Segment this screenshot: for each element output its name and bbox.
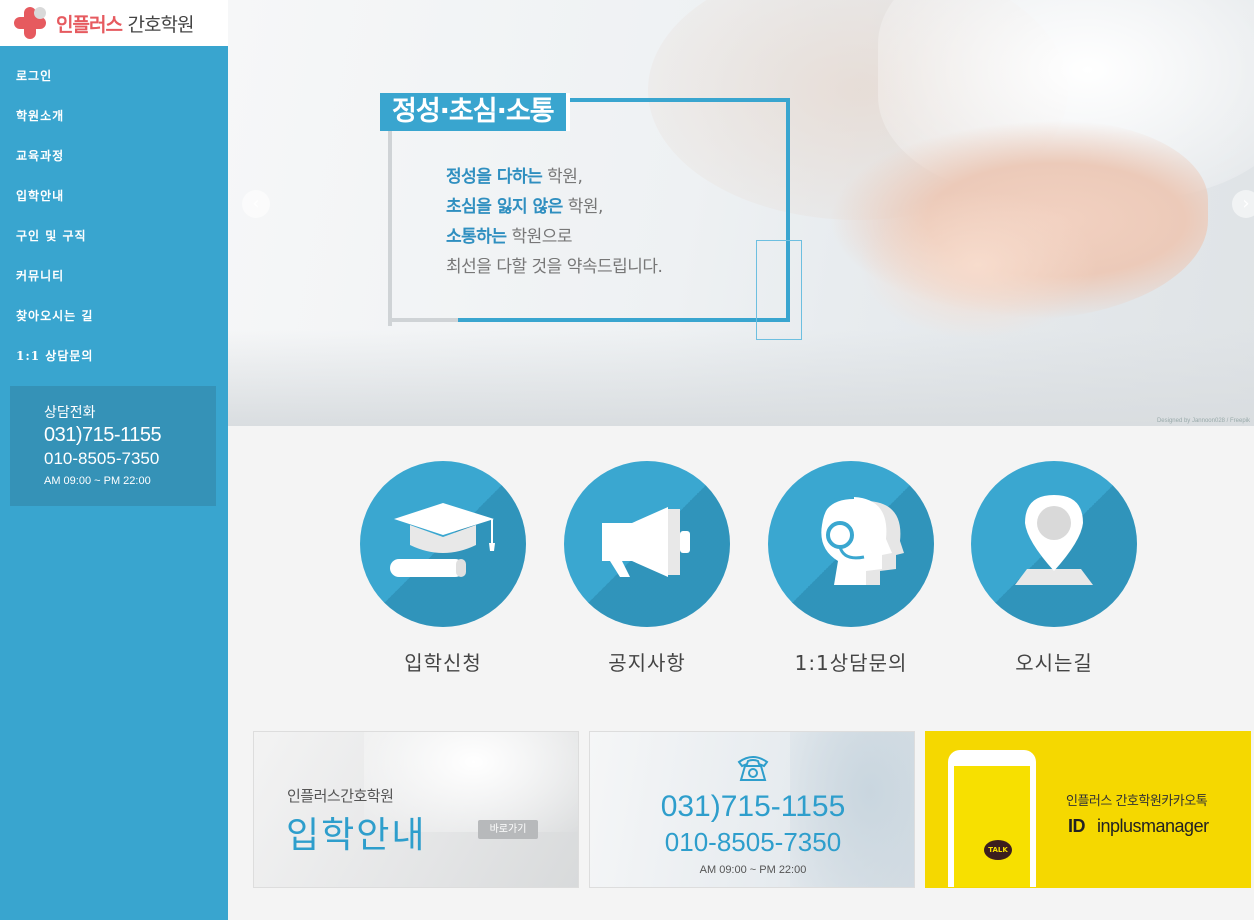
slogan-line2-em: 초심을 잃지 않은	[446, 197, 563, 217]
megaphone-icon	[564, 461, 730, 627]
image-credit: Designed by Jannoon028 / Freepik	[1156, 418, 1250, 424]
quick-links: 입학신청 공지사항 1:1상담문의 오시는길	[228, 426, 1254, 716]
sidebar-item-login[interactable]: 로그인	[0, 56, 228, 96]
kakao-talk-icon: TALK	[984, 840, 1012, 860]
sidebar: 로그인 학원소개 교육과정 입학안내 구인 및 구직 커뮤니티 찾아오시는 길 …	[0, 46, 228, 920]
frame-deco	[756, 240, 802, 340]
sidebar-item-admission[interactable]: 입학안내	[0, 176, 228, 216]
hero-palm	[858, 190, 1098, 340]
smartphone-screen: TALK	[954, 766, 1030, 887]
quick-link-consult[interactable]: 1:1상담문의	[768, 461, 934, 676]
sidebar-item-directions[interactable]: 찾아오시는 길	[0, 296, 228, 336]
headset-icon	[768, 461, 934, 627]
quick-link-apply[interactable]: 입학신청	[360, 461, 526, 676]
contact-phone-1: 031)715-1155	[44, 424, 162, 446]
sidebar-item-courses[interactable]: 교육과정	[0, 136, 228, 176]
quick-link-label: 입학신청	[404, 651, 482, 675]
hero-floor	[228, 330, 1254, 426]
slogan-line1-em: 정성을 다하는	[446, 167, 543, 187]
contact-phone-2: 010-8505-7350	[44, 449, 160, 468]
hero-next-arrow-icon[interactable]: ›	[1232, 190, 1254, 218]
slogan-line3-em: 소통하는	[446, 227, 507, 247]
quick-link-label: 공지사항	[608, 651, 686, 675]
slogan-line2: 학원,	[562, 197, 604, 217]
phone-banner-number-1: 031)715-1155	[660, 790, 846, 823]
phone-banner-number-2: 010-8505-7350	[664, 827, 842, 857]
graduation-cap-icon	[360, 461, 526, 627]
quick-link-notice[interactable]: 공지사항	[564, 461, 730, 676]
frame-accent-bottom	[388, 318, 458, 322]
quick-link-label: 1:1상담문의	[794, 651, 908, 675]
sidebar-item-about[interactable]: 학원소개	[0, 96, 228, 136]
quick-link-directions[interactable]: 오시는길	[971, 461, 1137, 676]
page: 인플러스 간호학원 로그인 학원소개 교육과정 입학안내 구인 및 구직 커뮤니…	[0, 0, 1254, 920]
frame-accent-left	[388, 98, 392, 326]
logo-name-dark: 간호학원	[127, 13, 195, 36]
logo-cross-icon	[12, 5, 48, 41]
contact-hours: AM 09:00 ~ PM 22:00	[44, 475, 151, 487]
sidebar-item-consult[interactable]: 1:1 상담문의	[0, 336, 228, 376]
kakao-id-label: ID	[1068, 816, 1086, 836]
phone-banner[interactable]: 031)715-1155 010-8505-7350 AM 09:00 ~ PM…	[589, 731, 915, 888]
map-pin-icon	[971, 461, 1137, 627]
slogan-line1: 학원,	[542, 167, 583, 187]
hero-banner: ‹ › 정성·초심·소통 정성을 다하는 학원, 초심을 잃지 않은 학원, 소…	[228, 0, 1254, 426]
slogan-line3: 학원으로	[506, 227, 573, 247]
sidebar-item-community[interactable]: 커뮤니티	[0, 256, 228, 296]
logo-text: 인플러스 간호학원	[56, 10, 195, 37]
logo-name-red: 인플러스	[56, 13, 123, 36]
quick-link-label: 오시는길	[1015, 651, 1093, 675]
hero-prev-arrow-icon[interactable]: ‹	[242, 190, 270, 218]
kakao-id-value: inplusmanager	[1097, 816, 1209, 836]
contact-box: 상담전화 031)715-1155 010-8505-7350 AM 09:00…	[10, 386, 216, 506]
smartphone-icon: TALK	[948, 750, 1036, 887]
go-button[interactable]: 바로가기	[478, 820, 538, 839]
admission-banner[interactable]: 인플러스간호학원 입학안내 바로가기	[253, 731, 579, 888]
logo[interactable]: 인플러스 간호학원	[0, 0, 228, 46]
sidebar-item-jobs[interactable]: 구인 및 구직	[0, 216, 228, 256]
admission-banner-subtitle: 인플러스간호학원	[287, 787, 394, 805]
contact-label: 상담전화	[44, 405, 96, 421]
kakao-banner[interactable]: TALK 인플러스 간호학원카카오톡 ID inplusmanager	[925, 731, 1251, 888]
admission-banner-title: 입학안내	[286, 815, 427, 856]
kakao-id: ID inplusmanager	[1068, 816, 1209, 837]
sidebar-nav: 로그인 학원소개 교육과정 입학안내 구인 및 구직 커뮤니티 찾아오시는 길 …	[0, 46, 228, 376]
hero-slogan: 정성을 다하는 학원, 초심을 잃지 않은 학원, 소통하는 학원으로 최선을 …	[446, 162, 663, 282]
hero-badge: 정성·초심·소통	[380, 93, 570, 131]
telephone-icon	[737, 756, 769, 781]
kakao-banner-title: 인플러스 간호학원카카오톡	[1066, 794, 1208, 809]
slogan-line4: 최선을 다할 것을 약속드립니다.	[446, 257, 663, 277]
phone-banner-hours: AM 09:00 ~ PM 22:00	[699, 864, 807, 876]
